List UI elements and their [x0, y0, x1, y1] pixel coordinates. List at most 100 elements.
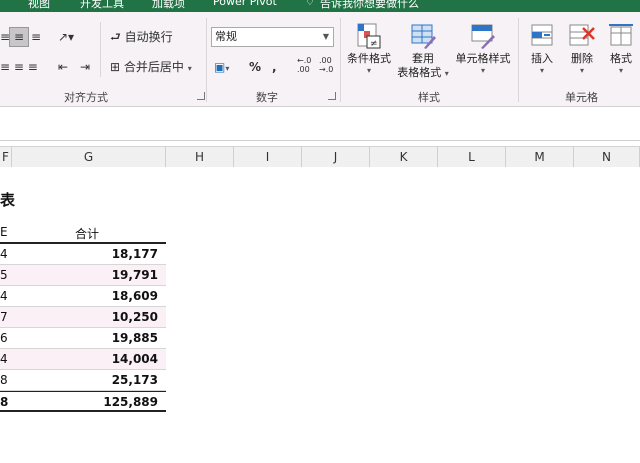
- row-key: 4: [0, 289, 8, 303]
- chevron-down-icon: ▾: [366, 66, 371, 75]
- column-label-left: E: [0, 225, 8, 239]
- menu-bar: 视图 开发工具 加载项 Power Pivot ♢ 告诉我你想要做什么: [0, 0, 640, 12]
- ribbon: ≡ ≡ ≡ ↗▾ ⮐ 自动换行 ≡ ≡ ≡ ⇤ ⇥ ⊞ 合并后居中 ▾ 对齐方式…: [0, 12, 640, 107]
- row-key: 8: [0, 373, 8, 387]
- insert-cells-button[interactable]: 插入 ▾: [523, 22, 561, 76]
- chevron-down-icon: ▾: [579, 66, 584, 75]
- justify-left-icon[interactable]: ≡ ≡ ≡: [0, 58, 38, 76]
- column-header-h[interactable]: H: [166, 147, 234, 167]
- chevron-down-icon: ▾: [618, 66, 623, 75]
- format-label: 格式: [610, 52, 632, 65]
- table-row[interactable]: 4 18,177: [0, 244, 166, 265]
- column-header-i[interactable]: I: [234, 147, 302, 167]
- table-format-label-2: 表格格式 ▾: [394, 66, 452, 81]
- row-total: 19,791: [111, 268, 158, 282]
- divider: [100, 22, 101, 77]
- row-key: 5: [0, 268, 8, 282]
- divider: [518, 18, 519, 102]
- comma-button[interactable]: ,: [272, 58, 277, 76]
- svg-text:≠: ≠: [370, 39, 378, 49]
- indent-increase-icon[interactable]: ⇥: [80, 58, 90, 76]
- menu-developer[interactable]: 开发工具: [80, 0, 124, 11]
- wrap-text-button[interactable]: ⮐ 自动换行: [110, 28, 173, 46]
- group-label-alignment: 对齐方式: [64, 91, 108, 104]
- row-key: 4: [0, 352, 8, 366]
- column-header-m[interactable]: M: [506, 147, 574, 167]
- format-as-table-button[interactable]: 套用 表格格式 ▾: [394, 22, 452, 81]
- worksheet-grid[interactable]: 表 E 合计 4 18,177 5 19,791 4 18,609 7 10,2…: [0, 167, 640, 463]
- menu-view[interactable]: 视图: [28, 0, 50, 11]
- currency-icon[interactable]: ▣▾: [214, 58, 229, 78]
- delete-cells-button[interactable]: 删除 ▾: [563, 22, 601, 76]
- wrap-text-icon: ⮐: [110, 30, 121, 44]
- table-row[interactable]: 4 18,609: [0, 286, 166, 307]
- row-total: 18,609: [111, 289, 158, 303]
- row-total: 10,250: [111, 310, 158, 324]
- column-header-j[interactable]: J: [302, 147, 370, 167]
- table-total-row[interactable]: 8 125,889: [0, 391, 166, 412]
- table-format-icon: [409, 22, 437, 50]
- lightbulb-icon: ♢: [305, 0, 315, 8]
- column-header-g[interactable]: G: [12, 147, 166, 167]
- group-label-styles: 样式: [418, 91, 440, 104]
- chevron-down-icon: ▼: [322, 32, 329, 41]
- row-key: 8: [0, 395, 9, 409]
- row-key: 7: [0, 310, 8, 324]
- cell-styles-button[interactable]: 单元格样式 ▾: [452, 22, 514, 76]
- format-cells-button[interactable]: 格式 ▾: [603, 22, 639, 76]
- table-row[interactable]: 8 25,173: [0, 370, 166, 391]
- row-total: 18,177: [111, 247, 158, 261]
- row-total: 19,885: [111, 331, 158, 345]
- table-format-label-1: 套用: [412, 52, 434, 65]
- table-row[interactable]: 4 14,004: [0, 349, 166, 370]
- row-key: 6: [0, 331, 8, 345]
- merge-center-button[interactable]: ⊞ 合并后居中 ▾: [110, 58, 192, 78]
- group-label-number: 数字: [256, 91, 278, 104]
- column-headers: F G H I J K L M N: [0, 146, 640, 168]
- menu-power-pivot[interactable]: Power Pivot: [213, 0, 277, 8]
- increase-decimal-button[interactable]: ←.0 .00: [297, 56, 311, 74]
- align-center-icon[interactable]: ≡: [9, 27, 29, 47]
- orientation-icon[interactable]: ↗▾: [58, 28, 74, 46]
- decrease-decimal-button[interactable]: .00 →.0: [319, 56, 333, 74]
- column-header-k[interactable]: K: [370, 147, 438, 167]
- chevron-down-icon: ▾: [480, 66, 485, 75]
- align-bottom-icon[interactable]: ≡: [31, 28, 41, 46]
- row-total: 25,173: [111, 373, 158, 387]
- merge-icon: ⊞: [110, 60, 121, 74]
- merge-center-label: 合并后居中: [123, 60, 184, 74]
- indent-decrease-icon[interactable]: ⇤: [58, 58, 68, 76]
- row-key: 4: [0, 247, 8, 261]
- conditional-format-label: 条件格式: [347, 52, 391, 65]
- group-label-cells: 单元格: [565, 91, 598, 104]
- table-row[interactable]: 7 10,250: [0, 307, 166, 328]
- dialog-launcher-icon[interactable]: [328, 92, 336, 100]
- format-icon: [607, 22, 635, 50]
- column-header-f[interactable]: F: [0, 147, 12, 167]
- number-format-select[interactable]: 常规 ▼: [211, 27, 334, 47]
- cell-styles-label: 单元格样式: [455, 52, 511, 65]
- tell-me-search[interactable]: 告诉我你想要做什么: [320, 0, 419, 11]
- delete-label: 删除: [571, 52, 593, 65]
- insert-icon: [528, 22, 556, 50]
- column-header-l[interactable]: L: [438, 147, 506, 167]
- conditional-format-icon: ≠: [355, 22, 383, 50]
- cell-styles-icon: [469, 22, 497, 50]
- conditional-format-button[interactable]: ≠ 条件格式 ▾: [344, 22, 394, 76]
- formula-bar[interactable]: [0, 107, 640, 141]
- insert-label: 插入: [531, 52, 553, 65]
- row-total: 14,004: [111, 352, 158, 366]
- divider: [206, 18, 207, 102]
- chevron-down-icon: ▾: [444, 69, 449, 78]
- menu-addins[interactable]: 加载项: [152, 0, 185, 11]
- column-label-total: 合计: [75, 227, 100, 241]
- table-format-label-2-text: 表格格式: [397, 66, 442, 79]
- table-row[interactable]: 5 19,791: [0, 265, 166, 286]
- column-header-n[interactable]: N: [574, 147, 640, 167]
- number-format-value: 常规: [215, 30, 237, 43]
- grand-total: 125,889: [103, 395, 158, 409]
- percent-button[interactable]: %: [249, 58, 261, 76]
- sheet-title: 表: [0, 191, 16, 209]
- table-row[interactable]: 6 19,885: [0, 328, 166, 349]
- dialog-launcher-icon[interactable]: [197, 92, 205, 100]
